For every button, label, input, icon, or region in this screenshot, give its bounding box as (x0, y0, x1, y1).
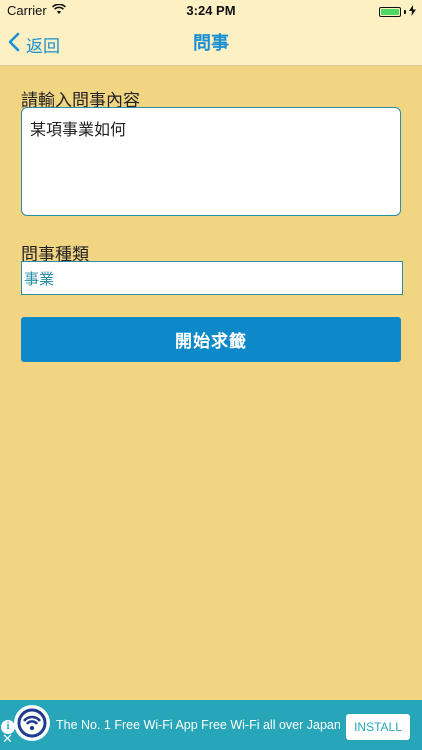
status-bar: Carrier 3:24 PM (0, 0, 422, 22)
battery-icon (379, 6, 401, 17)
status-time: 3:24 PM (186, 3, 236, 18)
battery-cap (404, 9, 406, 14)
battery-fill (381, 8, 399, 15)
install-button[interactable]: INSTALL (346, 714, 410, 740)
ad-text: The No. 1 Free Wi-Fi App Free Wi-Fi all … (56, 718, 341, 732)
content-textarea[interactable]: 某項事業如何 (21, 107, 401, 216)
start-divination-button[interactable]: 開始求籤 (21, 317, 401, 362)
page-title: 問事 (193, 33, 229, 54)
wifi-app-logo-icon (14, 705, 50, 741)
ad-banner[interactable]: i ✕ The No. 1 Free Wi-Fi App Free Wi-Fi … (0, 700, 422, 750)
charging-icon (409, 4, 416, 19)
type-input[interactable] (21, 261, 403, 295)
status-right (379, 4, 416, 19)
close-icon[interactable]: ✕ (2, 733, 13, 747)
navigation-bar: 返回 問事 (0, 22, 422, 66)
